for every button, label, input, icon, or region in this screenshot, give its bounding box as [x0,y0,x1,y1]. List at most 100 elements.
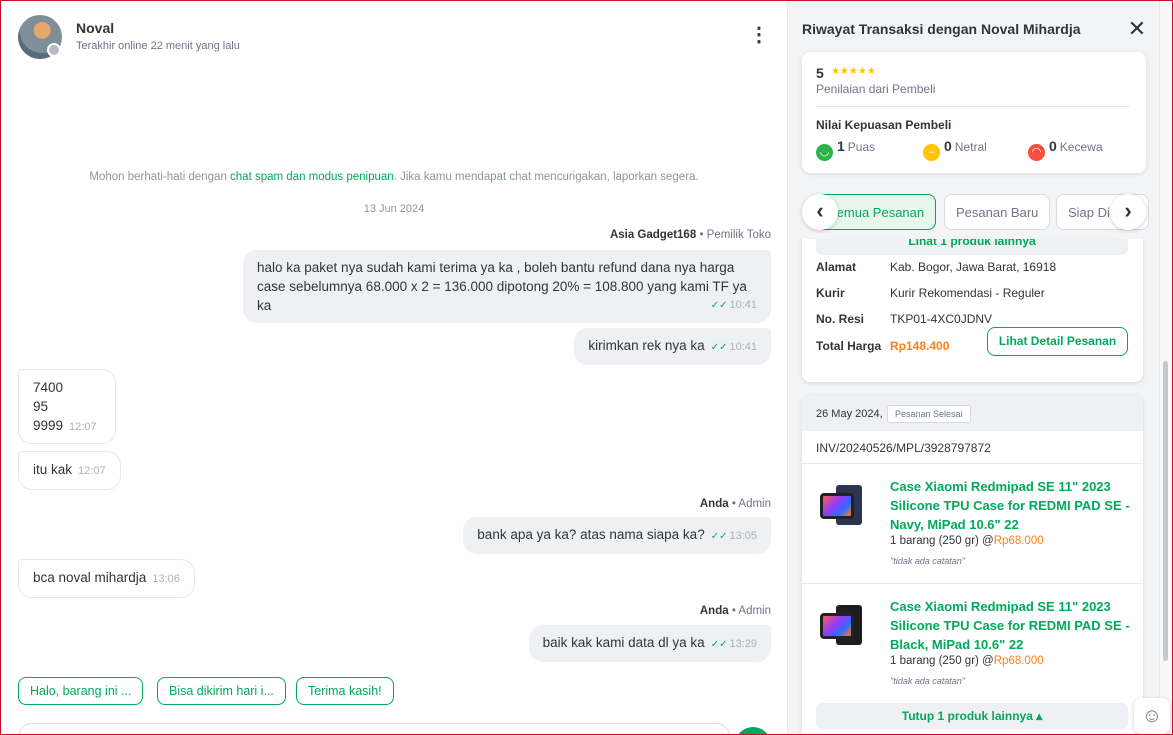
message-time: 10:41 [729,341,757,353]
quick-reply-button[interactable]: Halo, barang ini ... [18,677,144,705]
happy-face-icon: ◡ [816,144,833,161]
order-card: Lihat 1 produk lainnya Alamat Kab. Bogor,… [802,239,1143,382]
collapse-products-button[interactable]: Tutup 1 produk lainnya ▴ [816,703,1128,729]
message-line: 7400 [33,380,64,395]
divider [802,463,1143,464]
contact-name[interactable]: Noval [76,20,114,36]
sender-name: Anda [699,498,729,510]
message-text: baik kak kami data dl ya ka [542,635,705,650]
order-card: 26 May 2024, Pesanan Selesai INV/2024052… [802,395,1143,734]
product-quantity: 1 barang (250 gr) @Rp68.000 [890,655,1044,667]
message-meta: ✓✓ 10:41 [711,296,757,315]
quick-reply-button[interactable]: Bisa dikirim hari i... [157,677,286,705]
satisfaction-puas: ◡ 1 Puas [816,138,875,161]
message-meta: ✓✓ 13:29 [711,638,757,650]
chat-panel: Noval Terakhir online 22 menit yang lalu… [1,1,787,734]
order-date: 26 May 2024, [816,408,883,420]
message-input[interactable] [18,723,730,734]
sender-label: Anda • Admin [700,498,771,510]
message-time: 10:41 [729,299,757,311]
product-name[interactable]: Case Xiaomi Redmipad SE 11" 2023 Silicon… [890,477,1135,534]
divider [802,583,1143,584]
kebab-menu-icon[interactable]: ⋮ [749,25,769,47]
status-badge: Pesanan Selesai [887,405,971,423]
puas-label: Puas [847,140,876,154]
quick-reply-button[interactable]: Terima kasih! [296,677,394,705]
scrollbar-thumb[interactable] [1163,361,1168,661]
chat-header: Noval Terakhir online 22 menit yang lalu… [1,1,787,71]
chevron-right-icon[interactable]: › [1110,194,1146,230]
order-header: 26 May 2024, Pesanan Selesai [802,395,1143,431]
message-bubble-outgoing[interactable]: bank apa ya ka? atas nama siapa ka? ✓✓ 13:… [463,517,771,554]
sad-face-icon: ◠ [1028,144,1045,161]
sender-role: • Admin [731,498,771,510]
message-bubble-outgoing[interactable]: kirimkan rek nya ka ✓✓ 10:41 [574,328,771,365]
sender-name: Asia Gadget168 [609,229,697,241]
product-price: Rp68.000 [993,655,1044,667]
app-frame: Noval Terakhir online 22 menit yang lalu… [0,0,1173,735]
buyer-rating-card: 5 ★★★★★ Penilaian dari Pembeli Nilai Kep… [802,52,1146,173]
message-line: 95 [33,399,49,414]
total-label: Total Harga [816,339,882,353]
sender-role: • Pemilik Toko [699,229,771,241]
rating-label: Penilaian dari Pembeli [816,82,936,96]
double-check-icon: ✓✓ [710,531,728,542]
message-time: 13:29 [729,638,757,650]
courier-label: Kurir [816,286,845,300]
spam-warning-link[interactable]: chat spam dan modus penipuan [230,171,394,183]
message-text: bank apa ya ka? atas nama siapa ka? [477,527,705,542]
emoji-icon[interactable]: ☺ [1134,698,1170,734]
send-button[interactable] [735,727,771,734]
transaction-history-panel: Riwayat Transaksi dengan Noval Mihardja … [787,1,1159,734]
order-courier-row: Kurir Kurir Rekomendasi - Reguler [816,286,1045,300]
message-text: 9999 [33,418,64,433]
offline-status-dot [47,43,61,57]
product-thumbnail [816,603,876,649]
message-time: 12:07 [69,421,97,433]
quantity-text: 1 barang (250 gr) @ [890,535,994,547]
product-item[interactable]: Case Xiaomi Redmipad SE 11" 2023 Silicon… [802,465,1143,583]
spam-warning: Mohon berhati-hati dengan chat spam dan … [1,171,787,183]
message-bubble-outgoing[interactable]: halo ka paket nya sudah kami terima ya k… [243,250,771,323]
order-resi-row: No. Resi TKP01-4XC0JDNV [816,312,992,326]
product-quantity: 1 barang (250 gr) @Rp68.000 [890,535,1044,547]
warning-prefix: Mohon berhati-hati dengan [89,171,231,183]
puas-count: 1 [837,138,845,154]
neutral-face-icon: – [923,144,940,161]
message-bubble-outgoing[interactable]: baik kak kami data dl ya ka ✓✓ 13:29 [528,625,771,662]
address-label: Alamat [816,260,857,274]
message-time: 13:06 [152,573,180,585]
sender-label: Anda • Admin [700,605,771,617]
order-detail-button[interactable]: Lihat Detail Pesanan [987,327,1128,356]
message-text: bca noval mihardja [33,570,147,585]
message-bubble-incoming[interactable]: 7400 95 9999 12:07 [18,369,116,444]
product-name[interactable]: Case Xiaomi Redmipad SE 11" 2023 Silicon… [890,597,1135,654]
chevron-left-icon[interactable]: ‹ [802,194,838,230]
warning-suffix: . Jika kamu mendapat chat mencurigakan, … [393,171,699,183]
panel-title: Riwayat Transaksi dengan Noval Mihardja [802,21,1081,37]
order-list: Lihat 1 produk lainnya Alamat Kab. Bogor,… [788,239,1159,734]
courier-value: Kurir Rekomendasi - Reguler [890,286,1045,300]
close-icon[interactable]: ✕ [1126,18,1148,41]
message-bubble-incoming[interactable]: bca noval mihardja 13:06 [18,559,195,598]
tablet-image [820,613,854,639]
resi-value[interactable]: TKP01-4XC0JDNV [890,312,992,326]
double-check-icon: ✓✓ [710,300,728,311]
order-total-row: Total Harga Rp148.400 [816,339,949,353]
kecewa-label: Kecewa [1059,140,1103,154]
message-time: 13:05 [729,530,757,542]
product-item[interactable]: Case Xiaomi Redmipad SE 11" 2023 Silicon… [802,585,1143,703]
tablet-image [820,493,854,519]
order-address-row: Alamat Kab. Bogor, Jawa Barat, 16918 [816,260,1056,274]
message-text: halo ka paket nya sudah kami terima ya k… [257,260,747,313]
message-text: itu kak [33,462,73,477]
message-meta: ✓✓ 13:05 [711,530,757,542]
show-more-products-button[interactable]: Lihat 1 produk lainnya [816,239,1128,255]
address-value: Kab. Bogor, Jawa Barat, 16918 [890,260,1057,274]
message-bubble-incoming[interactable]: itu kak 12:07 [18,451,121,490]
tab-pesanan-baru[interactable]: Pesanan Baru [944,194,1051,230]
product-thumbnail [816,483,876,529]
invoice-number[interactable]: INV/20240526/MPL/3928797872 [816,441,991,455]
kecewa-count: 0 [1049,138,1057,154]
double-check-icon: ✓✓ [710,639,728,650]
